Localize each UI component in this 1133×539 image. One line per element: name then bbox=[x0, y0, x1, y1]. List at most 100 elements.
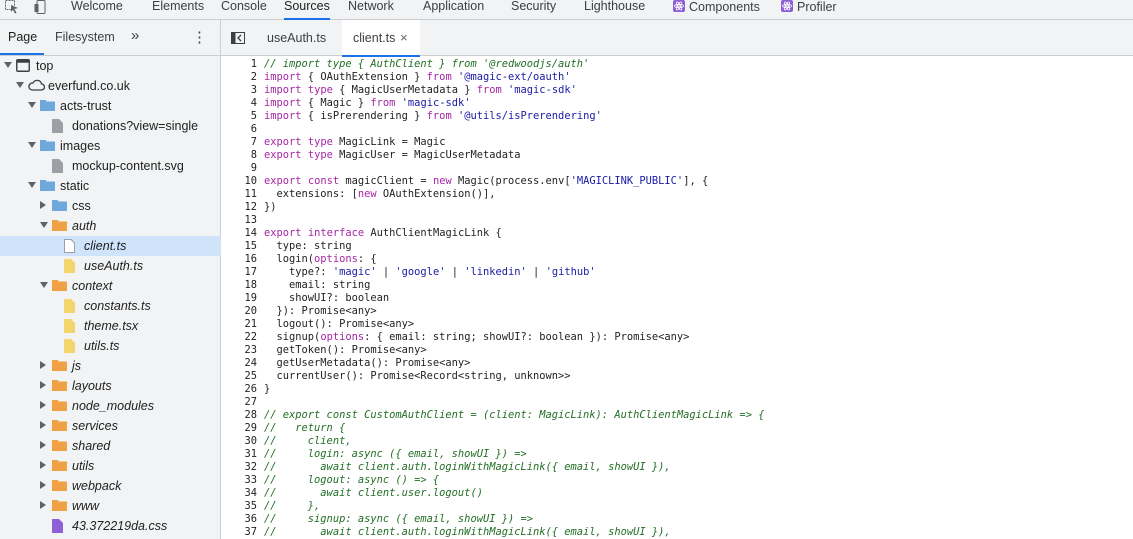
inspect-element-icon[interactable] bbox=[5, 0, 19, 14]
line-number[interactable]: 12 bbox=[221, 201, 257, 214]
tree-item[interactable]: 43.372219da.css bbox=[0, 516, 221, 536]
line-number[interactable]: 3 bbox=[221, 84, 257, 97]
collapsed-arrow-icon[interactable] bbox=[40, 381, 46, 389]
line-number[interactable]: 20 bbox=[221, 305, 257, 318]
tree-item[interactable]: css bbox=[0, 196, 221, 216]
line-number[interactable]: 22 bbox=[221, 331, 257, 344]
tree-item[interactable]: services bbox=[0, 416, 221, 436]
tree-item[interactable]: layouts bbox=[0, 376, 221, 396]
tree-item[interactable]: auth bbox=[0, 216, 221, 236]
tree-item[interactable]: useAuth.ts bbox=[0, 256, 221, 276]
line-number[interactable]: 8 bbox=[221, 149, 257, 162]
line-number[interactable]: 17 bbox=[221, 266, 257, 279]
line-number[interactable]: 15 bbox=[221, 240, 257, 253]
collapsed-arrow-icon[interactable] bbox=[40, 461, 46, 469]
collapsed-arrow-icon[interactable] bbox=[40, 201, 46, 209]
tree-item[interactable]: shared bbox=[0, 436, 221, 456]
line-number[interactable]: 24 bbox=[221, 357, 257, 370]
expanded-arrow-icon[interactable] bbox=[28, 102, 36, 108]
line-number[interactable]: 10 bbox=[221, 175, 257, 188]
collapsed-arrow-icon[interactable] bbox=[40, 481, 46, 489]
line-number[interactable]: 19 bbox=[221, 292, 257, 305]
toggle-navigator-icon[interactable] bbox=[231, 32, 245, 44]
line-number[interactable]: 1 bbox=[221, 58, 257, 71]
editor-tab-useauth[interactable]: useAuth.ts bbox=[256, 20, 338, 56]
tree-item[interactable]: webpack bbox=[0, 476, 221, 496]
tab-application[interactable]: Application bbox=[423, 0, 484, 20]
expanded-arrow-icon[interactable] bbox=[28, 142, 36, 148]
tree-item[interactable]: static bbox=[0, 176, 221, 196]
line-number[interactable]: 18 bbox=[221, 279, 257, 292]
tab-console[interactable]: Console bbox=[221, 0, 267, 20]
more-tabs-button[interactable]: » bbox=[131, 27, 139, 44]
line-number[interactable]: 9 bbox=[221, 162, 257, 175]
line-number[interactable]: 28 bbox=[221, 409, 257, 422]
line-number[interactable]: 21 bbox=[221, 318, 257, 331]
line-number[interactable]: 34 bbox=[221, 487, 257, 500]
line-number[interactable]: 25 bbox=[221, 370, 257, 383]
tree-item[interactable]: donations?view=single bbox=[0, 116, 221, 136]
tab-filesystem[interactable]: Filesystem bbox=[55, 30, 115, 44]
collapsed-arrow-icon[interactable] bbox=[40, 401, 46, 409]
tree-item[interactable]: node_modules bbox=[0, 396, 221, 416]
expanded-arrow-icon[interactable] bbox=[40, 222, 48, 228]
close-tab-icon[interactable]: × bbox=[400, 30, 408, 45]
line-number[interactable]: 4 bbox=[221, 97, 257, 110]
tab-lighthouse[interactable]: Lighthouse bbox=[584, 0, 645, 20]
tree-item[interactable]: everfund.co.uk bbox=[0, 76, 221, 96]
tree-item[interactable]: utils bbox=[0, 456, 221, 476]
line-number[interactable]: 5 bbox=[221, 110, 257, 123]
line-number[interactable]: 23 bbox=[221, 344, 257, 357]
tab-sources[interactable]: Sources bbox=[284, 0, 330, 20]
line-number[interactable]: 36 bbox=[221, 513, 257, 526]
tree-item[interactable]: context bbox=[0, 276, 221, 296]
tab-security[interactable]: Security bbox=[511, 0, 556, 20]
line-number[interactable]: 7 bbox=[221, 136, 257, 149]
line-number[interactable]: 29 bbox=[221, 422, 257, 435]
tree-item[interactable]: mockup-content.svg bbox=[0, 156, 221, 176]
tab-profiler[interactable]: Profiler bbox=[781, 0, 837, 20]
tree-item[interactable]: constants.ts bbox=[0, 296, 221, 316]
tree-item[interactable]: theme.tsx bbox=[0, 316, 221, 336]
device-toolbar-icon[interactable] bbox=[34, 0, 48, 14]
tree-item[interactable]: www bbox=[0, 496, 221, 516]
collapsed-arrow-icon[interactable] bbox=[40, 421, 46, 429]
tab-network[interactable]: Network bbox=[348, 0, 394, 20]
tab-elements[interactable]: Elements bbox=[152, 0, 204, 20]
line-number[interactable]: 14 bbox=[221, 227, 257, 240]
collapsed-arrow-icon[interactable] bbox=[40, 501, 46, 509]
tree-item[interactable]: client.ts bbox=[0, 236, 221, 256]
tree-item[interactable]: utils.ts bbox=[0, 336, 221, 356]
expanded-arrow-icon[interactable] bbox=[40, 282, 48, 288]
code-token: const bbox=[307, 175, 340, 187]
line-number[interactable]: 13 bbox=[221, 214, 257, 227]
tree-item[interactable]: acts-trust bbox=[0, 96, 221, 116]
line-number[interactable]: 32 bbox=[221, 461, 257, 474]
tab-components[interactable]: Components bbox=[673, 0, 760, 20]
line-number[interactable]: 27 bbox=[221, 396, 257, 409]
line-number[interactable]: 30 bbox=[221, 435, 257, 448]
line-number[interactable]: 16 bbox=[221, 253, 257, 266]
line-number[interactable]: 37 bbox=[221, 526, 257, 539]
devtools-tab-bar: Welcome Elements Console Sources Network Appl… bbox=[0, 0, 1133, 20]
collapsed-arrow-icon[interactable] bbox=[40, 441, 46, 449]
line-number[interactable]: 2 bbox=[221, 71, 257, 84]
line-number[interactable]: 35 bbox=[221, 500, 257, 513]
collapsed-arrow-icon[interactable] bbox=[40, 361, 46, 369]
tab-welcome[interactable]: Welcome bbox=[71, 0, 123, 20]
line-number[interactable]: 33 bbox=[221, 474, 257, 487]
tree-item[interactable]: top bbox=[0, 56, 221, 76]
tab-page[interactable]: Page bbox=[8, 30, 37, 44]
line-number[interactable]: 6 bbox=[221, 123, 257, 136]
line-number[interactable]: 11 bbox=[221, 188, 257, 201]
expanded-arrow-icon[interactable] bbox=[4, 62, 12, 68]
expanded-arrow-icon[interactable] bbox=[16, 82, 24, 88]
tree-item[interactable]: images bbox=[0, 136, 221, 156]
line-number[interactable]: 31 bbox=[221, 448, 257, 461]
tree-item[interactable]: js bbox=[0, 356, 221, 376]
editor-tab-client[interactable]: client.ts × bbox=[342, 20, 420, 57]
code-view[interactable]: 1 // import type { AuthClient } from '@re… bbox=[221, 58, 1133, 539]
line-number[interactable]: 26 bbox=[221, 383, 257, 396]
navigator-menu-button[interactable]: ⋮ bbox=[192, 28, 207, 46]
expanded-arrow-icon[interactable] bbox=[28, 182, 36, 188]
